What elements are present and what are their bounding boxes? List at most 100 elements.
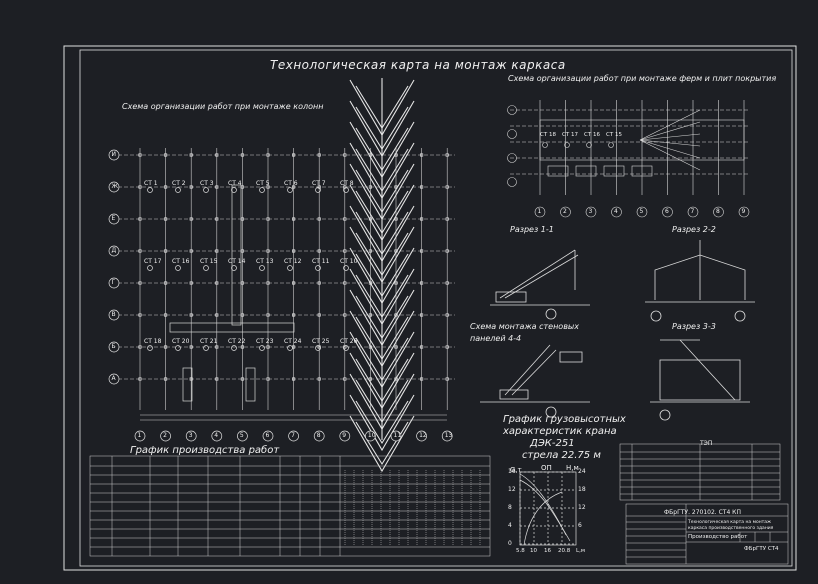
chart-tick-right: 12 bbox=[578, 504, 586, 511]
crane-station-label: СТ 17 bbox=[144, 258, 162, 265]
section-3-label: Разрез 3-3 bbox=[672, 322, 716, 331]
axis-bubble bbox=[545, 308, 557, 320]
truss-axis-number: 2 bbox=[563, 208, 567, 215]
columns-section-title: Схема организации работ при монтаже коло… bbox=[122, 102, 324, 111]
crane-station-marker bbox=[287, 345, 293, 351]
crane-station-label: СТ 21 bbox=[200, 338, 218, 345]
axis-letter-label: Е bbox=[111, 215, 116, 222]
axis-bubble bbox=[507, 177, 517, 187]
crane-station-marker bbox=[147, 187, 153, 193]
axis-number-label: 4 bbox=[214, 432, 219, 439]
chart-tick-left: 8 bbox=[508, 504, 512, 511]
crane-station-marker bbox=[203, 187, 209, 193]
crane-station-marker bbox=[259, 345, 265, 351]
crane-station-label: СТ 1 bbox=[144, 180, 158, 187]
truss-axis-number: 7 bbox=[690, 208, 695, 215]
crane-boom bbox=[511, 349, 557, 396]
chart-y-mid: ОП bbox=[541, 464, 552, 472]
axis-number-label: 6 bbox=[265, 432, 270, 439]
drawing-sheet: { "sheet": { "main_title": "Технологичес… bbox=[0, 0, 818, 584]
main-title: Технологическая карта на монтаж каркаса bbox=[270, 58, 566, 72]
crane-station-label: СТ 4 bbox=[228, 180, 242, 187]
truss-station-label: СТ 16 bbox=[584, 132, 600, 138]
truss-station-label: СТ 15 bbox=[606, 132, 622, 138]
crane-station-marker bbox=[231, 345, 237, 351]
cad-drawing bbox=[63, 45, 797, 571]
slab-stack bbox=[575, 165, 597, 177]
axis-letter-label: Б bbox=[111, 343, 116, 350]
chart-tick-x: 20.8 bbox=[558, 548, 571, 554]
wall-panels-title-1: Схема монтажа стеновых bbox=[470, 322, 579, 331]
crane-body bbox=[495, 291, 527, 303]
axis-bubble bbox=[659, 409, 671, 421]
axis-number-label: 1 bbox=[137, 432, 142, 439]
tep-title: ТЭП bbox=[700, 440, 713, 447]
truss-axis-number: 6 bbox=[665, 208, 669, 215]
section-2-label: Разрез 2-2 bbox=[672, 225, 716, 234]
axis-letter-label: Ж bbox=[111, 183, 118, 190]
crane-station-label: СТ 10 bbox=[340, 258, 358, 265]
crane-boom bbox=[504, 344, 551, 396]
crane-station-marker bbox=[175, 345, 181, 351]
axis-number-label: 8 bbox=[316, 432, 321, 439]
chart-y-right: H,м bbox=[566, 464, 579, 472]
axis-bubble bbox=[650, 310, 662, 322]
stamp-desc-2: каркаса производственного здания bbox=[688, 526, 774, 531]
chart-tick-x: 16 bbox=[544, 548, 551, 554]
crane-station-marker bbox=[203, 265, 209, 271]
axis-number-label: 10 bbox=[367, 432, 376, 439]
height-curve bbox=[519, 473, 567, 536]
crane-station-label: СТ 16 bbox=[172, 258, 190, 265]
crane-station-label: СТ 6 bbox=[284, 180, 298, 187]
chart-tick-right: 6 bbox=[578, 522, 582, 529]
crane-station-label: СТ 7 bbox=[312, 180, 326, 187]
crane-station-label: СТ 22 bbox=[228, 338, 246, 345]
crane-boom bbox=[679, 339, 736, 401]
axis-letter-label: А bbox=[111, 375, 116, 382]
slab-stack bbox=[603, 165, 625, 177]
truss-axis-number: 1 bbox=[537, 208, 542, 215]
crane-station-label: СТ 11 bbox=[312, 258, 330, 265]
stamp-org: ФБрГТУ СТ4 bbox=[744, 546, 779, 552]
crane-station-marker bbox=[147, 345, 153, 351]
crane-chart-title-2: характеристик крана bbox=[503, 426, 617, 437]
wall-panel bbox=[559, 351, 583, 363]
truss-station-marker bbox=[542, 142, 548, 148]
axis-letter-label: Г bbox=[111, 279, 116, 286]
crane-station-label: СТ 3 bbox=[200, 180, 214, 187]
axis-letter-label: В bbox=[111, 311, 116, 318]
crane-station-label: СТ 8 bbox=[340, 180, 354, 187]
crane-boom bbox=[499, 249, 576, 299]
crane-model: ДЭК-251 bbox=[530, 438, 575, 449]
axis-number-label: 11 bbox=[393, 432, 402, 439]
axis-bubble bbox=[507, 129, 517, 139]
frame-outline bbox=[659, 359, 741, 401]
crane-boom: стрела 22.75 м bbox=[522, 450, 601, 461]
truss-axis-number: 9 bbox=[741, 208, 746, 215]
crane-station-marker bbox=[287, 265, 293, 271]
truss-station-label: СТ 17 bbox=[562, 132, 578, 138]
chart-tick-right: 24 bbox=[578, 468, 586, 475]
chart-tick-left: 12 bbox=[508, 486, 516, 493]
crane-station-marker bbox=[287, 187, 293, 193]
crane-station-marker bbox=[203, 345, 209, 351]
axis-number-label: 7 bbox=[291, 432, 295, 439]
schedule-title: График производства работ bbox=[130, 445, 280, 456]
truss-station-marker bbox=[608, 142, 614, 148]
axis-letter-label: И bbox=[111, 151, 117, 158]
crane-station-marker bbox=[343, 265, 349, 271]
stamp-desc-1: Технологическая карта на монтаж bbox=[688, 520, 772, 525]
crane-station-label: СТ 15 bbox=[200, 258, 218, 265]
chart-tick-x: 5.8 bbox=[516, 548, 525, 554]
crane-station-label: СТ 25 bbox=[312, 338, 330, 345]
section-1-label: Разрез 1-1 bbox=[510, 225, 554, 234]
crane-station-label: СТ 12 bbox=[284, 258, 302, 265]
crane-station-marker bbox=[147, 265, 153, 271]
crane-chart-title-1: График грузовысотных bbox=[503, 414, 626, 425]
axis-number-label: 5 bbox=[239, 432, 244, 439]
chart-tick-left: 0 bbox=[508, 540, 512, 547]
truss-axis-number: 8 bbox=[716, 208, 720, 215]
axis-number-label: 2 bbox=[163, 432, 167, 439]
trusses-section-title: Схема организации работ при монтаже ферм… bbox=[508, 74, 777, 83]
axis-number-label: 12 bbox=[419, 432, 427, 439]
